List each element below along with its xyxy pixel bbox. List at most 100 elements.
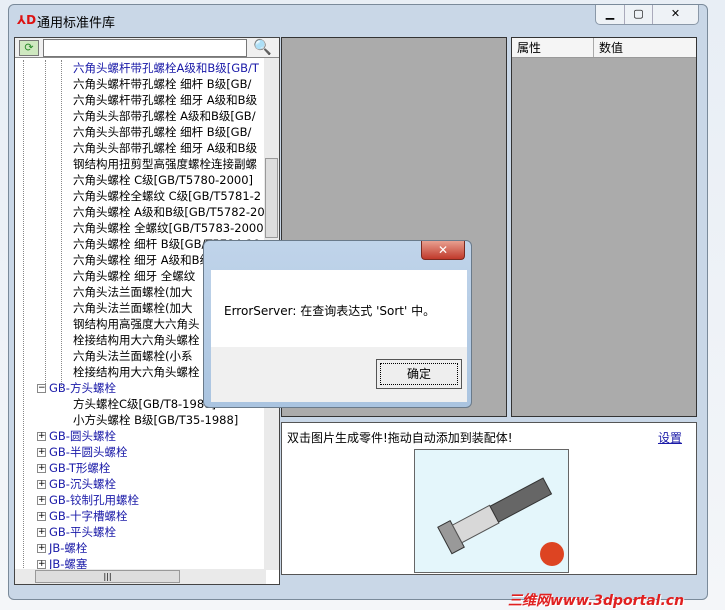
tree-item-label: 六角头螺栓 细牙 全螺纹 bbox=[73, 269, 196, 283]
tree-item-label: GB-平头螺栓 bbox=[49, 525, 116, 539]
tree-item-label: 方头螺栓C级[GB/T8-1988] bbox=[73, 397, 216, 411]
tree-group[interactable]: + GB-铰制孔用螺栓 bbox=[37, 492, 139, 508]
tree-item-label: 栓接结构用大六角头螺栓 bbox=[73, 365, 200, 379]
tree-item[interactable]: 方头螺栓C级[GB/T8-1988] bbox=[73, 396, 216, 412]
tree-item-label: GB-T形螺栓 bbox=[49, 461, 111, 475]
tree-item-label: 栓接结构用大六角头螺栓 bbox=[73, 333, 200, 347]
tree-item-label: 六角头螺栓 A级和B级[GB/T5782-20 bbox=[73, 205, 265, 219]
tree-item[interactable]: 六角头螺栓 全螺纹[GB/T5783-2000 bbox=[73, 220, 264, 236]
tree-item-label: 六角头头部带孔螺栓 细牙 A级和B级 bbox=[73, 141, 258, 155]
tree-item[interactable]: 钢结构用高强度大六角头 bbox=[73, 316, 200, 332]
tree-item-label: 钢结构用高强度大六角头 bbox=[73, 317, 200, 331]
tree-item-label: 六角头螺杆带孔螺栓 细杆 B级[GB/ bbox=[73, 77, 252, 91]
expand-icon[interactable]: + bbox=[37, 464, 46, 473]
tree-item[interactable]: 六角头法兰面螺栓(小系 bbox=[73, 348, 193, 364]
tree-line bbox=[23, 60, 24, 570]
tree-item[interactable]: 钢结构用扭剪型高强度螺栓连接副螺 bbox=[73, 156, 257, 172]
close-button[interactable]: ✕ bbox=[652, 5, 698, 24]
tree-item[interactable]: 六角头头部带孔螺栓 细杆 B级[GB/ bbox=[73, 124, 251, 140]
search-input[interactable] bbox=[43, 39, 247, 57]
refresh-icon[interactable]: ⟳ bbox=[19, 40, 39, 56]
tree-item[interactable]: 栓接结构用大六角头螺栓 bbox=[73, 364, 200, 380]
settings-link[interactable]: 设置 bbox=[658, 429, 682, 446]
preview-panel: 双击图片生成零件!拖动自动添加到装配体! 设置 bbox=[281, 422, 697, 575]
tree-item[interactable]: 六角头螺栓全螺纹 C级[GB/T5781-2 bbox=[73, 188, 261, 204]
tree-group[interactable]: + GB-沉头螺栓 bbox=[37, 476, 116, 492]
tree-item-label: 六角头头部带孔螺栓 A级和B级[GB/ bbox=[73, 109, 256, 123]
tree-group[interactable]: + GB-T形螺栓 bbox=[37, 460, 110, 476]
tree-item[interactable]: 六角头螺杆带孔螺栓A级和B级[GB/T bbox=[73, 60, 259, 76]
dialog-close-button[interactable]: ✕ bbox=[421, 241, 465, 260]
title-bar: ⅄D 通用标准件库 ▁ ▢ ✕ bbox=[9, 5, 707, 35]
tree-item-label: GB-沉头螺栓 bbox=[49, 477, 116, 491]
tree-group[interactable]: + GB-半圆头螺栓 bbox=[37, 444, 127, 460]
properties-panel: 属性 数值 bbox=[511, 37, 697, 417]
tree-group[interactable]: − GB-方头螺栓 bbox=[37, 380, 116, 396]
error-message: ErrorServer: 在查询表达式 'Sort' 中。 bbox=[224, 304, 436, 318]
site-watermark: 三维网www.3dportal.cn bbox=[508, 593, 685, 609]
horizontal-scrollbar[interactable]: ||| bbox=[15, 569, 266, 584]
window-title: 通用标准件库 bbox=[37, 16, 116, 31]
search-icon[interactable]: 🔍 bbox=[253, 38, 272, 56]
tree-item-label: 六角头螺栓 全螺纹[GB/T5783-2000 bbox=[73, 221, 264, 235]
scroll-thumb[interactable]: ||| bbox=[35, 570, 180, 583]
expand-icon[interactable]: + bbox=[37, 432, 46, 441]
tree-item-label: GB-十字槽螺栓 bbox=[49, 509, 128, 523]
tree-item-label: GB-铰制孔用螺栓 bbox=[49, 493, 139, 507]
tree-item-label: 钢结构用扭剪型高强度螺栓连接副螺 bbox=[73, 157, 257, 171]
tree-item[interactable]: 六角头螺栓 C级[GB/T5780-2000] bbox=[73, 172, 253, 188]
tree-item[interactable]: 六角头螺杆带孔螺栓 细牙 A级和B级 bbox=[73, 92, 257, 108]
tree-group[interactable]: + GB-平头螺栓 bbox=[37, 524, 116, 540]
tree-item-label: 六角头头部带孔螺栓 细杆 B级[GB/ bbox=[73, 125, 252, 139]
tree-group[interactable]: + GB-十字槽螺栓 bbox=[37, 508, 127, 524]
expand-icon[interactable]: + bbox=[37, 448, 46, 457]
error-dialog: ✕ ErrorServer: 在查询表达式 'Sort' 中。 确定 bbox=[203, 240, 472, 408]
tree-item-label: GB-方头螺栓 bbox=[49, 381, 116, 395]
expand-icon[interactable]: + bbox=[37, 512, 46, 521]
tree-item[interactable]: 六角头螺栓 细牙 A级和B级 bbox=[73, 252, 211, 268]
expand-icon[interactable]: + bbox=[37, 480, 46, 489]
app-logo-icon: ⅄D bbox=[17, 13, 37, 27]
tree-item[interactable]: 六角头螺杆带孔螺栓 细杆 B级[GB/ bbox=[73, 76, 251, 92]
tree-item[interactable]: 六角头法兰面螺栓(加大 bbox=[73, 300, 193, 316]
tree-line bbox=[61, 60, 62, 390]
tree-item[interactable]: 六角头螺栓 A级和B级[GB/T5782-20 bbox=[73, 204, 265, 220]
tree-item[interactable]: 六角头法兰面螺栓(加大 bbox=[73, 284, 193, 300]
bolt-illustration bbox=[437, 477, 564, 566]
column-header-value[interactable]: 数值 bbox=[594, 38, 623, 57]
minimize-button[interactable]: ▁ bbox=[596, 5, 624, 24]
tree-item-label: 小方头螺栓 B级[GB/T35-1988] bbox=[73, 413, 239, 427]
tree-group[interactable]: + JB-螺栓 bbox=[37, 540, 87, 556]
expand-icon[interactable]: + bbox=[37, 528, 46, 537]
tree-item-label: JB-螺栓 bbox=[49, 541, 88, 555]
column-header-property[interactable]: 属性 bbox=[512, 38, 594, 57]
bolt-preview-image[interactable] bbox=[414, 449, 569, 573]
tree-item[interactable]: 六角头头部带孔螺栓 A级和B级[GB/ bbox=[73, 108, 256, 124]
tree-item-label: 六角头法兰面螺栓(加大 bbox=[73, 285, 193, 299]
tree-item-label: GB-圆头螺栓 bbox=[49, 429, 116, 443]
tree-item-label: 六角头螺栓全螺纹 C级[GB/T5781-2 bbox=[73, 189, 262, 203]
collapse-icon[interactable]: − bbox=[37, 384, 46, 393]
maximize-button[interactable]: ▢ bbox=[624, 5, 652, 24]
tree-item[interactable]: 栓接结构用大六角头螺栓 bbox=[73, 332, 200, 348]
ok-button[interactable]: 确定 bbox=[376, 359, 462, 389]
tree-item-label: 六角头法兰面螺栓(加大 bbox=[73, 301, 193, 315]
tree-line bbox=[45, 60, 46, 390]
search-bar: ⟳ 🔍 bbox=[15, 38, 279, 58]
preview-hint: 双击图片生成零件!拖动自动添加到装配体! bbox=[287, 431, 513, 445]
tree-item[interactable]: 六角头头部带孔螺栓 细牙 A级和B级 bbox=[73, 140, 257, 156]
expand-icon[interactable]: + bbox=[37, 496, 46, 505]
tree-item-label: GB-半圆头螺栓 bbox=[49, 445, 128, 459]
tree-group[interactable]: + JB-螺塞 bbox=[37, 556, 87, 570]
tree-item[interactable]: 六角头螺栓 细牙 全螺纹 bbox=[73, 268, 195, 284]
tree-item-label: 六角头法兰面螺栓(小系 bbox=[73, 349, 193, 363]
tree-item-label: 六角头螺杆带孔螺栓 细牙 A级和B级 bbox=[73, 93, 258, 107]
tree-item-label: 六角头螺栓 C级[GB/T5780-2000] bbox=[73, 173, 254, 187]
scroll-thumb[interactable] bbox=[265, 158, 278, 238]
tree-item[interactable]: 小方头螺栓 B级[GB/T35-1988] bbox=[73, 412, 238, 428]
tree-item-label: 六角头螺杆带孔螺栓A级和B级[GB/T bbox=[73, 61, 259, 75]
tree-group[interactable]: + GB-圆头螺栓 bbox=[37, 428, 116, 444]
expand-icon[interactable]: + bbox=[37, 544, 46, 553]
tree-item-label: 六角头螺栓 细牙 A级和B级 bbox=[73, 253, 212, 267]
expand-icon[interactable]: + bbox=[37, 560, 46, 569]
